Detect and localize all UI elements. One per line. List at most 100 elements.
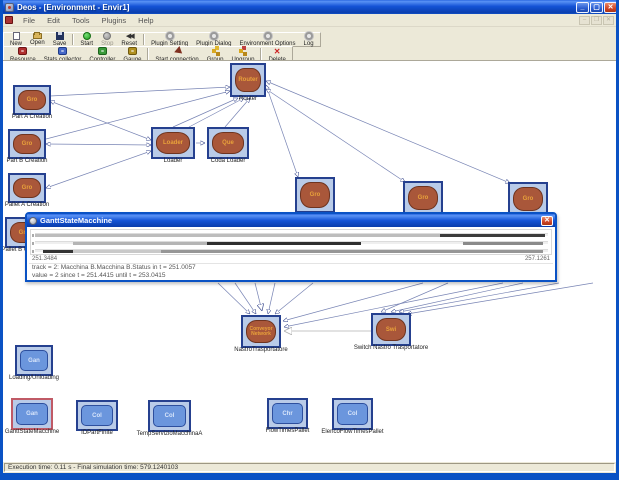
- node-shape: Gan: [16, 403, 48, 425]
- node-idpartfinite[interactable]: Col IDPartFinite: [76, 400, 118, 436]
- gear-icon: [209, 32, 218, 40]
- document-icon: [5, 16, 13, 24]
- controller-icon: [97, 47, 107, 55]
- gantt-close-button[interactable]: ✕: [541, 215, 553, 226]
- connection-line: [46, 151, 151, 188]
- minimize-button[interactable]: _: [576, 1, 589, 13]
- node-shape: Col: [81, 405, 113, 426]
- connection-line: [49, 87, 230, 97]
- node-shape: Gro: [13, 178, 41, 198]
- mdi-minimize-icon[interactable]: –: [579, 15, 590, 25]
- node-ganttstatemacchine[interactable]: Gan GanttStateMacchine: [5, 398, 59, 435]
- node-loading-unloading[interactable]: Gan Loading/Unloading: [9, 345, 59, 381]
- node-label: Switch Nastro Trasportatore: [353, 345, 429, 351]
- node-shape: Que: [212, 132, 244, 154]
- menu-edit[interactable]: Edit: [41, 16, 66, 25]
- gantt-info-line-1: track = 2: Macchina B.Macchina B.Status …: [32, 264, 196, 271]
- status-text: Execution time: 0.11 s - Final simulatio…: [4, 463, 615, 472]
- node-label: NastroTrasportatore: [234, 347, 288, 353]
- close-button[interactable]: ✕: [604, 1, 616, 13]
- components-toolbar: Resource Stats collector Controller Gaug…: [3, 42, 293, 64]
- connection-line: [266, 85, 298, 177]
- group-icon: [211, 49, 216, 53]
- new-document-icon: [12, 32, 20, 40]
- node-label: Part B Creation: [6, 158, 48, 164]
- node-label: Loading/Unloading: [8, 375, 60, 381]
- node-gro-machine-1[interactable]: Gro: [295, 177, 335, 213]
- connection-line: [172, 98, 238, 128]
- window-title: Deos - [Environment - Envir1]: [17, 2, 130, 12]
- node-gro-machine-2[interactable]: Gro: [403, 181, 443, 215]
- ungroup-icon: [239, 49, 244, 53]
- app-icon: [5, 2, 14, 12]
- mdi-window-controls: – ❐ ✕: [579, 15, 614, 25]
- node-label: Coda Loader: [210, 158, 246, 164]
- gantt-bar-segment: [440, 234, 546, 237]
- node-shape: Col: [153, 405, 186, 427]
- connection-line: [268, 282, 276, 314]
- node-elencoflowtimespallet[interactable]: Col ElencoFlowTimesPallet: [321, 398, 384, 435]
- titlebar[interactable]: Deos - [Environment - Envir1] _ ▢ ✕: [3, 0, 616, 14]
- gantt-bar-segment: [35, 234, 441, 237]
- node-label: Pallet A Creation: [4, 202, 50, 208]
- node-flowtimespallet[interactable]: Chr FlowTimesPallet: [266, 398, 309, 434]
- scale-end-value: 257.1261: [524, 256, 550, 262]
- gear-icon: [165, 32, 174, 40]
- gear-icon: [263, 32, 272, 40]
- stop-icon: [103, 32, 112, 40]
- node-loader[interactable]: Loader Loader: [151, 127, 195, 164]
- node-label: Loader: [163, 158, 183, 164]
- node-shape: Gan: [20, 350, 48, 371]
- node-shape: Gro: [513, 187, 543, 211]
- node-label: GanttStateMacchine: [4, 429, 60, 435]
- connection-line: [45, 91, 230, 140]
- node-label: Part A Creation: [11, 114, 53, 120]
- diagram-canvas[interactable]: Gro Part A Creation Gro Part B Creation Gr…: [3, 60, 616, 462]
- gantt-track-2: [32, 241, 548, 245]
- connection-line: [188, 97, 244, 128]
- gantt-bar-segment: [206, 242, 361, 245]
- connection-line: [399, 282, 560, 312]
- node-label: ElencoFlowTimesPallet: [321, 429, 384, 435]
- node-tempserviziomacchinaa[interactable]: Col TempServizioMacchinaA: [137, 400, 202, 437]
- menu-tools[interactable]: Tools: [66, 16, 96, 25]
- menu-help[interactable]: Help: [132, 16, 159, 25]
- gantt-track-1: [32, 233, 548, 237]
- main-toolbar: New Open Save Start Stop ◀◀ Reset Plugin …: [3, 27, 321, 47]
- node-pallet-a-creation[interactable]: Gro Pallet A Creation: [5, 173, 49, 208]
- node-gro-machine-3[interactable]: Gro: [508, 182, 548, 216]
- node-shape: Router: [235, 68, 261, 92]
- node-label: IDPartFinite: [81, 430, 113, 436]
- node-switch-nastro-trasportatore[interactable]: Swi Switch Nastro Trasportatore: [354, 313, 428, 351]
- node-shape: Loader: [156, 132, 190, 154]
- gantt-bar-segment: [42, 250, 74, 253]
- node-coda-loader[interactable]: Que Coda Loader: [207, 127, 249, 164]
- scale-start-value: 251.3484: [32, 256, 58, 262]
- node-shape: Gro: [408, 186, 438, 210]
- connection-line: [254, 282, 262, 311]
- connection-line: [46, 144, 151, 145]
- node-part-a-creation[interactable]: Gro Part A Creation: [12, 85, 52, 120]
- node-part-b-creation[interactable]: Gro Part B Creation: [6, 129, 48, 164]
- stats-collector-icon: [58, 47, 68, 55]
- gantt-info-line-2: value = 2 since t = 251.4415 until t = 2…: [32, 272, 166, 279]
- node-shape: Chr: [272, 403, 303, 424]
- maximize-button[interactable]: ▢: [590, 1, 603, 13]
- menu-plugins[interactable]: Plugins: [96, 16, 133, 25]
- gantt-window[interactable]: GanttStateMacchine ✕ 251.3484 257.1261 t…: [25, 212, 557, 282]
- node-router[interactable]: Router Router: [230, 63, 266, 102]
- mdi-close-icon[interactable]: ✕: [603, 15, 614, 25]
- gauge-icon: [127, 47, 137, 55]
- connection-line: [407, 282, 594, 314]
- connection-line: [266, 81, 510, 183]
- menu-bar: File Edit Tools Plugins Help – ❐ ✕: [3, 14, 616, 27]
- mdi-restore-icon[interactable]: ❐: [591, 15, 602, 25]
- node-nastro-trasportatore[interactable]: Conveyor Network NastroTrasportatore: [234, 315, 288, 353]
- node-label: FlowTimesPallet: [265, 428, 310, 434]
- menu-file[interactable]: File: [17, 16, 41, 25]
- gear-icon: [304, 32, 313, 40]
- log-button[interactable]: Log: [300, 32, 318, 47]
- gantt-titlebar[interactable]: GanttStateMacchine ✕: [27, 214, 555, 227]
- node-label: Router: [238, 96, 258, 102]
- node-label: TempServizioMacchinaA: [136, 431, 203, 437]
